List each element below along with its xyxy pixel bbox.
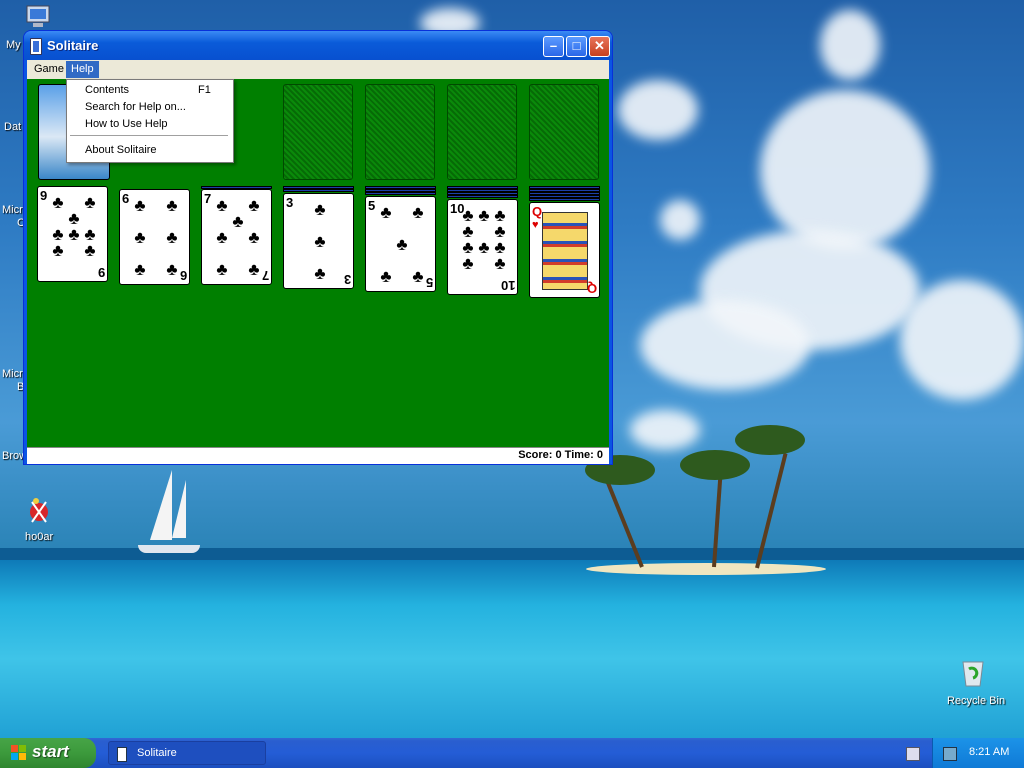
menu-item-about-solitaire[interactable]: About Solitaire <box>68 142 230 158</box>
card-pips: ♣ ♣ ♣ ♣ ♣ ♣ ♣ <box>216 196 260 279</box>
card-pips: ♣ ♣ ♣ ♣ ♣ ♣ ♣ ♣ <box>52 193 96 260</box>
card-rank: 9 <box>97 265 105 280</box>
minimize-icon: – <box>549 38 558 53</box>
desktop-icon-label[interactable]: ho0ar <box>25 531 53 543</box>
card-rank: 6 <box>122 191 130 206</box>
card-pips: ♣ ♣ ♣ ♣ ♣ <box>380 203 424 286</box>
palm-leaves <box>735 425 805 455</box>
tableau-card-5[interactable]: 5 ♣ ♣ ♣ ♣ ♣ 5 <box>365 196 436 292</box>
windows-logo-icon <box>11 745 27 761</box>
my-computer-icon[interactable] <box>24 4 52 30</box>
minimize-button[interactable]: – <box>543 36 564 57</box>
cloud <box>630 410 700 450</box>
recycle-bin-icon[interactable] <box>958 656 988 688</box>
menu-item-label: About Solitaire <box>85 144 157 156</box>
card-rank: Q <box>586 281 597 296</box>
queen-face-icon <box>542 212 588 290</box>
clock[interactable]: 8:21 AM <box>969 746 1009 758</box>
face-down-card <box>283 189 354 192</box>
tableau-card-1[interactable]: 9 ♣ ♣ ♣ ♣ ♣ ♣ ♣ ♣ 9 <box>37 186 108 282</box>
desktop-icon-label[interactable]: Dat <box>4 121 21 133</box>
menu-help[interactable]: Help <box>66 61 99 78</box>
taskbar-solitaire-button[interactable]: Solitaire <box>108 741 266 765</box>
maximize-button[interactable]: □ <box>566 36 587 57</box>
cloud <box>618 80 698 140</box>
sailboat-sail <box>150 470 172 540</box>
help-dropdown-menu: Contents F1 Search for Help on... How to… <box>66 79 234 163</box>
close-button[interactable]: ✕ <box>589 36 610 57</box>
desktop-icon-label[interactable]: My <box>6 39 21 51</box>
card-rank: 5 <box>368 198 376 213</box>
title-bar[interactable]: Solitaire – □ ✕ <box>24 31 612 60</box>
card-rank: 5 <box>425 275 433 290</box>
card-pips: ♣ ♣ ♣ ♣ ♣ ♣ <box>134 196 178 279</box>
card-rank: 6 <box>179 268 187 283</box>
heart-icon: ♥ <box>532 219 539 231</box>
start-label: start <box>32 742 69 761</box>
keyboard-icon[interactable] <box>906 747 920 761</box>
card-rank: 9 <box>40 188 48 203</box>
card-pips: ♣ ♣ ♣ ♣ ♣ ♣ ♣ ♣ ♣ ♣ <box>462 206 506 273</box>
card-rank: 3 <box>343 272 351 287</box>
menu-game[interactable]: Game <box>29 61 69 78</box>
foundation-slot-4[interactable] <box>529 84 599 180</box>
menu-item-contents[interactable]: Contents F1 <box>68 82 230 98</box>
sailboat-jib <box>172 480 186 538</box>
system-tray: 8:21 AM <box>932 738 1024 768</box>
cloud <box>900 280 1024 400</box>
cloud <box>660 200 700 240</box>
card-rank: 7 <box>261 268 269 283</box>
taskbar: start Solitaire 8:21 AM <box>0 738 1024 768</box>
sea <box>0 560 1024 740</box>
card-rank: 7 <box>204 191 212 206</box>
ho0ar-icon[interactable] <box>24 496 54 526</box>
score-time-display: Score: 0 Time: 0 <box>518 449 603 461</box>
menu-item-label: Search for Help on... <box>85 101 186 113</box>
tableau-card-4[interactable]: 3 ♣ ♣ ♣ 3 <box>283 193 354 289</box>
maximize-icon: □ <box>572 38 581 53</box>
face-down-card <box>201 186 272 189</box>
desktop-icon-label[interactable]: Recycle Bin <box>947 695 1005 707</box>
palm-leaves <box>680 450 750 480</box>
foundation-slot-1[interactable] <box>283 84 353 180</box>
island <box>586 563 826 575</box>
cloud <box>820 10 880 80</box>
face-down-card <box>447 195 518 198</box>
cloud <box>640 300 810 390</box>
taskbar-button-label: Solitaire <box>137 747 177 759</box>
foundation-slot-3[interactable] <box>447 84 517 180</box>
menu-item-label: Contents <box>85 84 130 96</box>
solitaire-app-icon <box>30 38 42 55</box>
face-down-card <box>529 198 600 201</box>
card-pips: ♣ ♣ ♣ <box>314 200 326 283</box>
menu-separator <box>70 135 228 136</box>
window-title: Solitaire <box>47 38 99 53</box>
menu-item-shortcut: F1 <box>198 84 211 96</box>
foundation-slot-2[interactable] <box>365 84 435 180</box>
cloud <box>760 90 930 250</box>
solitaire-app-icon <box>117 747 127 762</box>
card-rank: 10 <box>500 278 515 293</box>
menu-item-search-help[interactable]: Search for Help on... <box>68 99 230 115</box>
face-down-card <box>365 192 436 195</box>
menu-item-how-to-use-help[interactable]: How to Use Help <box>68 116 230 132</box>
network-icon[interactable] <box>943 747 957 761</box>
tableau-card-6[interactable]: 10 ♣ ♣ ♣ ♣ ♣ ♣ ♣ ♣ ♣ ♣ 10 <box>447 199 518 295</box>
menu-item-label: How to Use Help <box>85 118 168 130</box>
start-button[interactable]: start <box>0 738 96 768</box>
card-rank: 3 <box>286 195 294 210</box>
tableau-card-3[interactable]: 7 ♣ ♣ ♣ ♣ ♣ ♣ ♣ 7 <box>201 186 272 285</box>
tableau-card-2[interactable]: 6 ♣ ♣ ♣ ♣ ♣ ♣ 6 <box>119 189 190 285</box>
sailboat-hull <box>138 545 200 553</box>
tableau-card-7[interactable]: Q ♥ Q <box>529 202 600 298</box>
status-bar: Score: 0 Time: 0 <box>27 447 609 464</box>
close-icon: ✕ <box>594 38 605 53</box>
card-rank: Q <box>532 204 543 219</box>
menu-bar: Game Help <box>27 60 609 79</box>
